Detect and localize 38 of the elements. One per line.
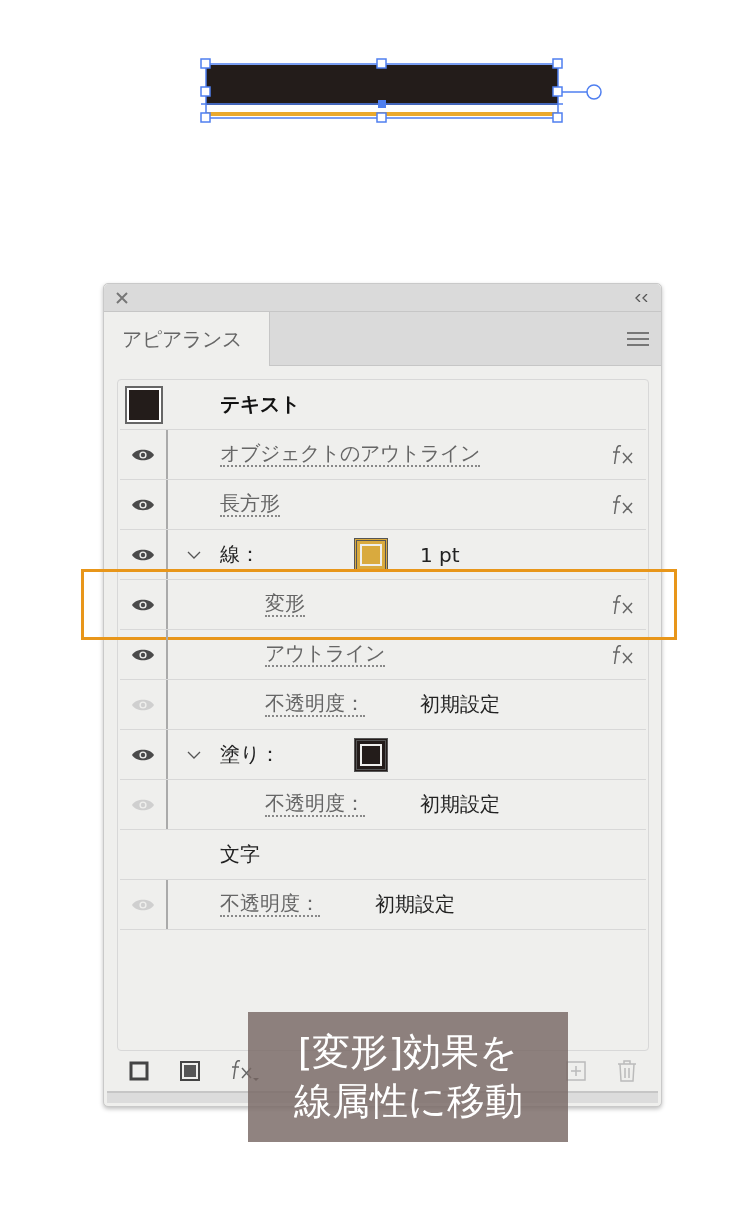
color-swatch[interactable] — [354, 737, 388, 772]
opacity-value: 初期設定 — [420, 691, 500, 718]
visibility-eye-icon[interactable] — [131, 647, 155, 662]
opacity-link[interactable]: 不透明度： — [265, 692, 365, 717]
opacity-value: 初期設定 — [375, 891, 455, 918]
visibility-eye-icon[interactable] — [131, 497, 155, 512]
menu-icon[interactable] — [627, 330, 649, 347]
fill-icon[interactable] — [180, 1061, 200, 1081]
caption-text: [変形]効果を — [297, 1028, 519, 1076]
attribute-label: 線： — [220, 541, 261, 568]
fx-icon[interactable] — [612, 644, 634, 665]
effect-link[interactable]: アウトライン — [265, 642, 385, 667]
opacity-link[interactable]: 不透明度： — [265, 792, 365, 817]
fx-icon[interactable] — [612, 594, 634, 615]
stroke-icon[interactable] — [129, 1061, 149, 1081]
fx-icon[interactable] — [612, 444, 634, 465]
attribute-label: 塗り： — [220, 741, 281, 768]
fx-icon[interactable] — [612, 494, 634, 515]
visibility-eye-icon[interactable] — [131, 447, 155, 462]
visibility-eye-icon[interactable] — [131, 747, 155, 762]
object-swatch[interactable] — [127, 387, 161, 422]
collapse-icon[interactable] — [635, 293, 649, 302]
visibility-eye-icon[interactable] — [131, 597, 155, 612]
chevron-icon[interactable] — [187, 550, 201, 559]
effect-link[interactable]: 変形 — [265, 592, 305, 617]
opacity-value: 初期設定 — [420, 791, 500, 818]
close-icon[interactable] — [116, 291, 128, 304]
color-swatch[interactable] — [354, 537, 388, 572]
characters-label: 文字 — [220, 841, 260, 868]
effect-link[interactable]: 長方形 — [220, 492, 280, 517]
object-name: テキスト — [220, 391, 300, 418]
chevron-icon[interactable] — [187, 750, 201, 759]
visibility-eye-icon[interactable] — [131, 547, 155, 562]
effect-link[interactable]: オブジェクトのアウトライン — [220, 442, 480, 467]
panel-tab[interactable]: アピアランス — [104, 312, 270, 366]
caption-text: 線属性に移動 — [293, 1078, 523, 1125]
opacity-link[interactable]: 不透明度： — [220, 892, 320, 917]
stroke-weight[interactable]: 1 pt — [420, 542, 460, 567]
